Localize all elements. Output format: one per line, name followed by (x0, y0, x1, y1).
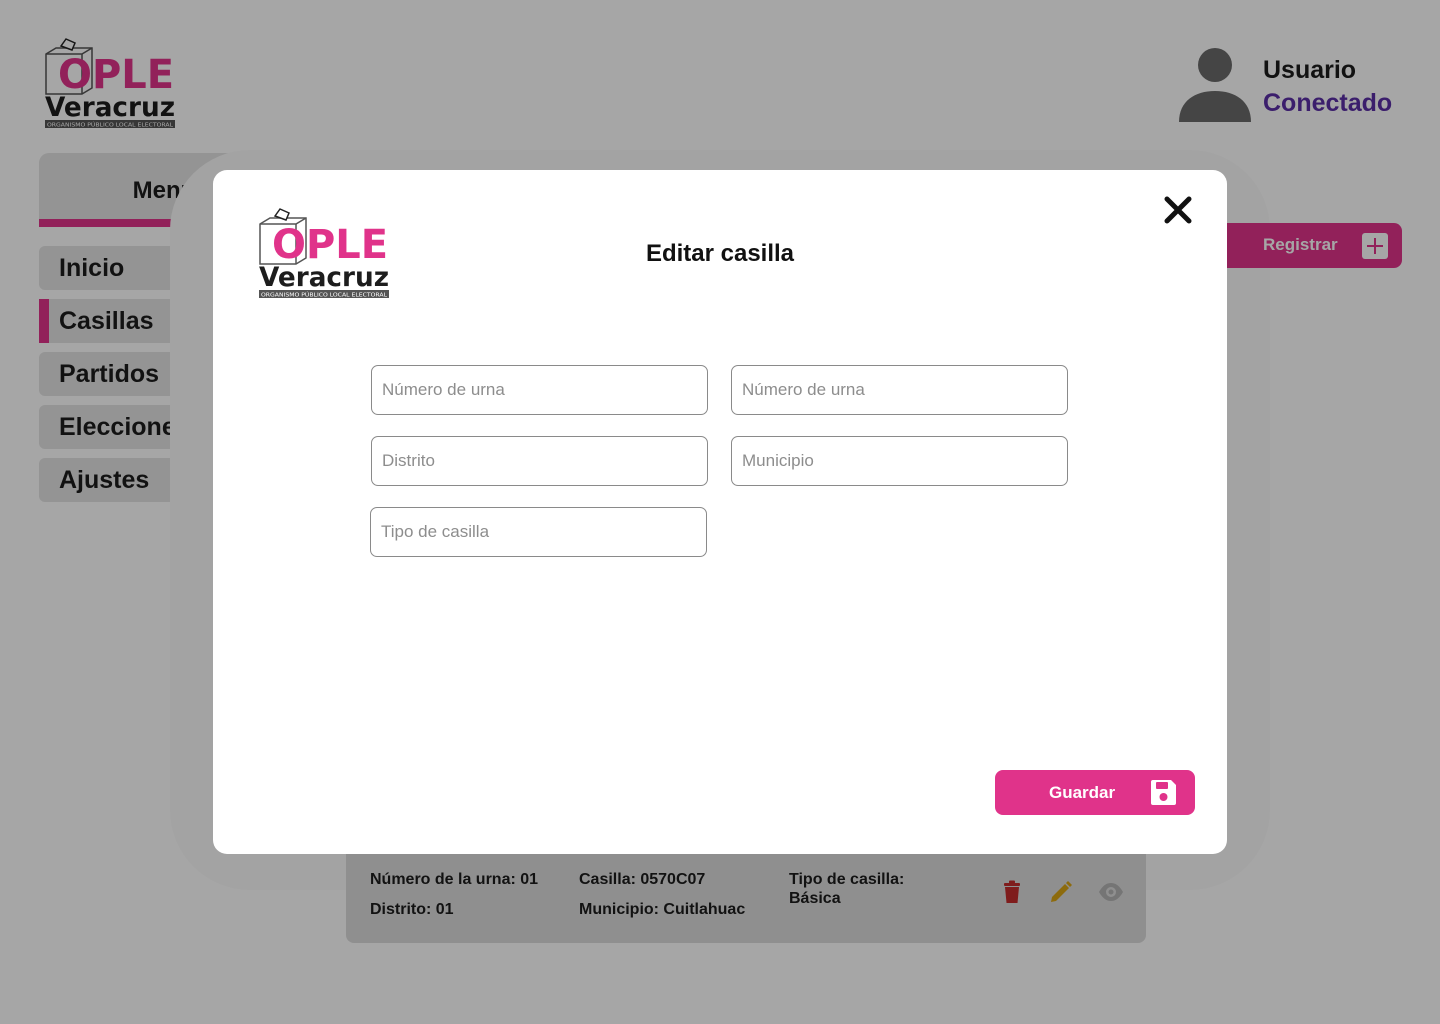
distrito-input[interactable] (371, 436, 708, 486)
close-icon[interactable] (1160, 192, 1196, 228)
floppy-disk-icon (1151, 780, 1176, 805)
municipio-input[interactable] (731, 436, 1068, 486)
modal-title: Editar casilla (645, 240, 795, 267)
save-button[interactable]: Guardar (995, 770, 1195, 815)
tipo-casilla-input[interactable] (370, 507, 707, 557)
logo-tagline-text: ORGANISMO PÚBLICO LOCAL ELECTORAL (261, 292, 388, 299)
numero-urna-input[interactable] (371, 365, 708, 415)
save-button-label: Guardar (1049, 783, 1116, 802)
numero-urna-input-2[interactable] (731, 365, 1068, 415)
edit-casilla-modal: OPLE Veracruz ORGANISMO PÚBLICO LOCAL EL… (213, 170, 1227, 854)
